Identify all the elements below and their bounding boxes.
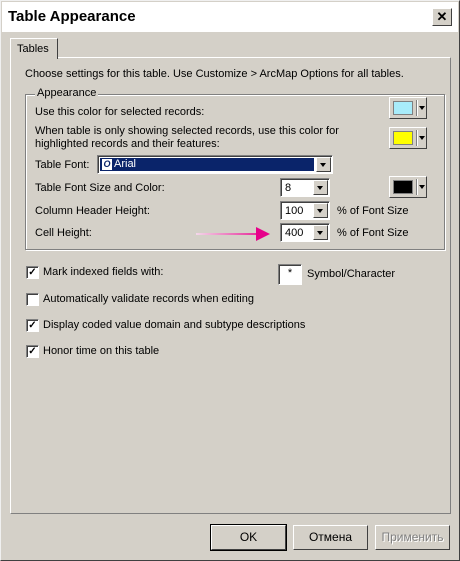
- coded-values-label: Display coded value domain and subtype d…: [43, 319, 306, 331]
- ok-button[interactable]: OK: [210, 524, 287, 551]
- close-icon: ✕: [436, 9, 448, 24]
- cell-height-select[interactable]: 400: [280, 223, 330, 242]
- mark-indexed-label: Mark indexed fields with:: [43, 266, 164, 278]
- table-font-value: Arial: [114, 158, 137, 170]
- cancel-button[interactable]: Отмена: [293, 525, 368, 550]
- font-color-swatch: [393, 180, 413, 194]
- annotation-arrow-icon: [256, 227, 270, 241]
- opentype-font-icon: O: [102, 159, 112, 170]
- chevron-down-icon[interactable]: [316, 157, 331, 172]
- header-height-label: Column Header Height:: [35, 205, 150, 217]
- highlight-color-label-line2: highlighted records and their features:: [35, 138, 220, 150]
- font-size-color-label: Table Font Size and Color:: [35, 182, 165, 194]
- honor-time-checkbox[interactable]: ✓: [26, 345, 39, 358]
- cell-height-value: 400: [285, 227, 304, 239]
- table-appearance-dialog: Table Appearance ✕ Tables Choose setting…: [0, 0, 460, 561]
- mark-indexed-checkbox[interactable]: ✓: [26, 266, 39, 279]
- auto-validate-label: Automatically validate records when edit…: [43, 293, 254, 305]
- selected-color-swatch: [393, 101, 413, 115]
- chevron-down-icon[interactable]: [313, 203, 328, 218]
- font-selection-highlight: O Arial: [100, 158, 314, 171]
- highlight-color-label-line1: When table is only showing selected reco…: [35, 125, 339, 137]
- font-color-picker[interactable]: [389, 176, 427, 198]
- selected-color-picker[interactable]: [389, 97, 427, 119]
- title-bar: Table Appearance ✕: [2, 2, 458, 32]
- honor-time-label: Honor time on this table: [43, 345, 160, 357]
- dropdown-arrow-icon: [419, 185, 425, 189]
- font-size-value: 8: [285, 182, 292, 194]
- auto-validate-checkbox[interactable]: [26, 293, 39, 306]
- highlight-color-picker[interactable]: [389, 127, 427, 149]
- table-font-label: Table Font:: [35, 159, 90, 171]
- header-height-select[interactable]: 100: [280, 201, 330, 220]
- cell-height-label: Cell Height:: [35, 227, 92, 239]
- swatch-divider: [416, 179, 417, 195]
- index-symbol-input[interactable]: *: [278, 264, 302, 285]
- chevron-down-icon[interactable]: [313, 225, 328, 240]
- chevron-down-icon[interactable]: [313, 180, 328, 195]
- selected-color-label: Use this color for selected records:: [35, 106, 205, 118]
- cell-height-unit: % of Font Size: [337, 227, 409, 239]
- dialog-title: Table Appearance: [8, 8, 136, 25]
- header-height-unit: % of Font Size: [337, 205, 409, 217]
- appearance-group-title: Appearance: [35, 87, 99, 99]
- coded-values-checkbox[interactable]: ✓: [26, 319, 39, 332]
- highlight-color-swatch: [393, 131, 413, 145]
- symbol-character-label: Symbol/Character: [307, 268, 396, 280]
- dropdown-arrow-icon: [419, 106, 425, 110]
- swatch-divider: [416, 130, 417, 146]
- dropdown-arrow-icon: [419, 136, 425, 140]
- swatch-divider: [416, 100, 417, 116]
- intro-text: Choose settings for this table. Use Cust…: [25, 68, 404, 80]
- close-button[interactable]: ✕: [432, 8, 452, 26]
- tab-tables-label: Tables: [17, 43, 49, 55]
- header-height-value: 100: [285, 205, 304, 217]
- tab-tables[interactable]: Tables: [10, 38, 58, 59]
- apply-button[interactable]: Применить: [375, 525, 450, 550]
- table-font-select[interactable]: O Arial: [97, 155, 333, 174]
- annotation-arrow-shaft: [196, 233, 258, 235]
- font-size-select[interactable]: 8: [280, 178, 330, 197]
